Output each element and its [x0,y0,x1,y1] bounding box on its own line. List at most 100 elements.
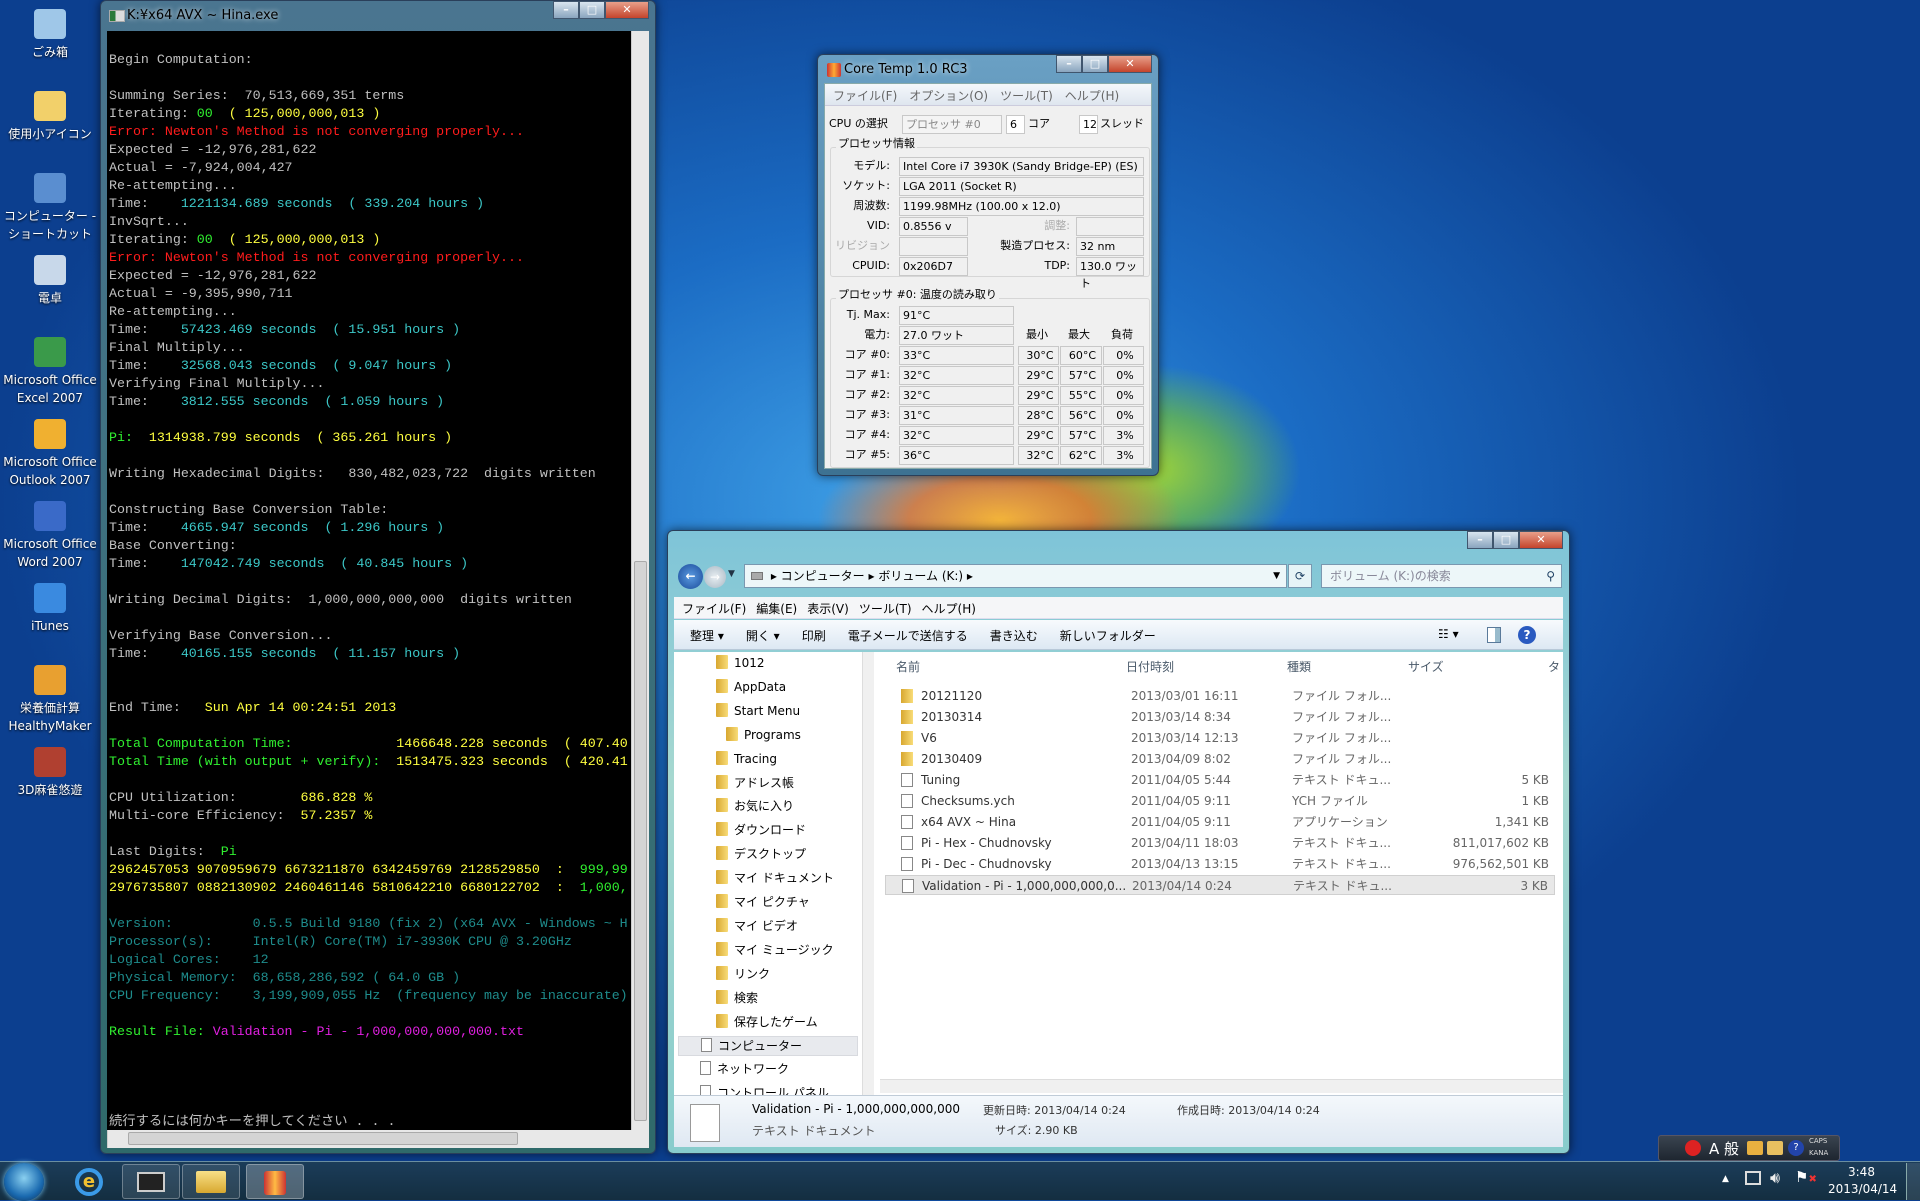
nav-item[interactable]: Tracing [716,750,777,768]
clock-date[interactable]: 2013/04/14 [1828,1182,1897,1196]
desktop-icon[interactable]: コンピューター - ショートカット [0,173,100,243]
console-output[interactable]: Begin Computation: Summing Series: 70,513… [107,31,631,1130]
nav-item[interactable]: マイ ミュージック [716,941,834,959]
nav-item[interactable]: コンピューター [678,1036,858,1057]
desktop-icon[interactable]: 使用小アイコン [0,91,100,143]
show-hidden-icons-button[interactable]: ▲ [1722,1174,1729,1184]
desktop-icon[interactable]: iTunes [0,583,100,635]
file-row[interactable]: Pi - Hex - Chudnovsky 2013/04/11 18:03 テキス… [885,833,1555,853]
nav-item[interactable]: アドレス帳 [716,774,794,792]
file-row[interactable]: 20130409 2013/04/09 8:02 ファイル フォル... [885,749,1555,769]
nav-item[interactable]: マイ ドキュメント [716,869,834,887]
nav-item[interactable]: リンク [716,965,770,983]
breadcrumb-volume[interactable]: ボリューム (K:) [878,569,963,583]
file-row[interactable]: 20121120 2013/03/01 16:11 ファイル フォル... [885,686,1555,706]
burn-button[interactable]: 書き込む [990,627,1038,643]
scrollbar-thumb[interactable] [128,1132,518,1145]
nav-item[interactable]: ダウンロード [716,821,806,839]
back-button[interactable]: ← [678,564,703,589]
menu-item[interactable]: 編集(E) [756,600,797,616]
column-header[interactable]: タ [1548,658,1560,675]
ime-pad-icon[interactable] [1685,1140,1701,1156]
ime-mode-indicator[interactable]: A 般 [1709,1138,1739,1159]
menu-item[interactable]: ツール(T) [1000,87,1053,103]
address-dropdown[interactable]: ▼ [1273,565,1280,587]
processor-dropdown[interactable]: プロセッサ #0 [902,115,1002,134]
horizontal-scrollbar[interactable] [107,1130,649,1148]
explorer-task-icon[interactable] [182,1164,240,1199]
network-icon[interactable] [1745,1171,1761,1185]
organize-button[interactable]: 整理 ▾ [690,627,724,643]
file-row[interactable]: Checksums.ych 2011/04/05 9:11 YCH ファイル 1 KB [885,791,1555,811]
new-folder-button[interactable]: 新しいフォルダー [1060,627,1156,643]
refresh-button[interactable]: ⟳ [1288,564,1312,588]
help-button[interactable]: ? [1518,626,1536,644]
ime-tools-icon[interactable] [1747,1141,1763,1155]
desktop-icon[interactable]: Microsoft Office Word 2007 [0,501,100,571]
help-icon[interactable]: ? [1788,1140,1804,1156]
show-desktop-button[interactable] [1906,1163,1920,1200]
internet-explorer-icon[interactable]: e [60,1164,118,1199]
horizontal-scrollbar[interactable] [880,1079,1563,1093]
desktop-icon[interactable]: Microsoft Office Excel 2007 [0,337,100,407]
nav-scrollbar[interactable] [862,652,874,1095]
column-header[interactable]: サイズ [1408,658,1444,675]
file-row[interactable]: Validation - Pi - 1,000,000,000,0... 2013… [885,875,1555,895]
menu-item[interactable]: ヘルプ(H) [922,600,976,616]
nav-item[interactable]: マイ ピクチャ [716,893,810,911]
action-center-flag-icon[interactable]: ⚑✖ [1795,1168,1817,1186]
email-button[interactable]: 電子メールで送信する [848,627,968,643]
close-button[interactable]: ✕ [1519,531,1563,549]
vertical-scrollbar[interactable] [631,31,649,1130]
nav-item[interactable]: AppData [716,678,786,696]
scrollbar-thumb[interactable] [634,561,647,1121]
nav-item[interactable]: コントロール パネル [700,1084,829,1095]
close-button[interactable]: ✕ [1108,55,1152,73]
menu-item[interactable]: ファイル(F) [833,87,897,103]
forward-button[interactable]: → [704,566,726,588]
nav-item[interactable]: マイ ビデオ [716,917,798,935]
desktop-icon[interactable]: Microsoft Office Outlook 2007 [0,419,100,489]
nav-item[interactable]: ネットワーク [700,1060,789,1078]
nav-item[interactable]: 検索 [716,989,758,1007]
desktop-icon[interactable]: 電卓 [0,255,100,307]
desktop-icon[interactable]: 栄養価計算 HealthyMaker [0,665,100,735]
breadcrumb-computer[interactable]: コンピューター [781,569,865,583]
maximize-button[interactable]: □ [579,1,605,19]
column-header[interactable]: 種類 [1287,658,1311,675]
address-bar[interactable]: ▸ コンピューター ▸ ボリューム (K:) ▸ ▼ [744,564,1287,588]
nav-item[interactable]: お気に入り [716,797,794,815]
print-button[interactable]: 印刷 [802,627,826,643]
recent-pages-dropdown[interactable]: ▼ [728,569,735,579]
open-button[interactable]: 開く ▾ [746,627,780,643]
clock-time[interactable]: 3:48 [1848,1165,1875,1179]
start-button[interactable] [4,1163,44,1201]
menu-item[interactable]: オプション(O) [909,87,988,103]
column-header[interactable]: 名前 [896,658,920,675]
menu-item[interactable]: 表示(V) [807,600,849,616]
nav-item[interactable]: 保存したゲーム [716,1013,818,1031]
column-header[interactable]: 日付時刻 [1126,658,1174,675]
desktop-icon[interactable]: 3D麻雀悠遊 [0,747,100,799]
console-task-icon[interactable] [122,1164,180,1199]
minimize-button[interactable]: – [1467,531,1493,549]
minimize-button[interactable]: – [553,1,579,19]
menu-item[interactable]: ファイル(F) [682,600,746,616]
nav-item[interactable]: Start Menu [716,702,800,720]
file-row[interactable]: 20130314 2013/03/14 8:34 ファイル フォル... [885,707,1555,727]
nav-item[interactable]: 1012 [716,654,765,672]
ime-dictionary-icon[interactable] [1767,1141,1783,1155]
view-options-button[interactable]: ☷ ▾ [1438,627,1459,641]
minimize-button[interactable]: – [1056,55,1082,73]
volume-icon[interactable]: 🔊︎ [1770,1168,1780,1188]
menu-item[interactable]: ツール(T) [859,600,912,616]
coretemp-task-icon[interactable] [246,1164,304,1199]
maximize-button[interactable]: □ [1082,55,1108,73]
maximize-button[interactable]: □ [1493,531,1519,549]
file-row[interactable]: Pi - Dec - Chudnovsky 2013/04/13 13:15 テキス… [885,854,1555,874]
search-box[interactable]: ボリューム (K:)の検索 ⚲ [1321,564,1562,588]
file-row[interactable]: Tuning 2011/04/05 5:44 テキスト ドキュ... 5 KB [885,770,1555,790]
desktop-icon[interactable]: ごみ箱 [0,9,100,61]
nav-item[interactable]: デスクトップ [716,845,806,863]
search-icon[interactable]: ⚲ [1546,565,1555,587]
